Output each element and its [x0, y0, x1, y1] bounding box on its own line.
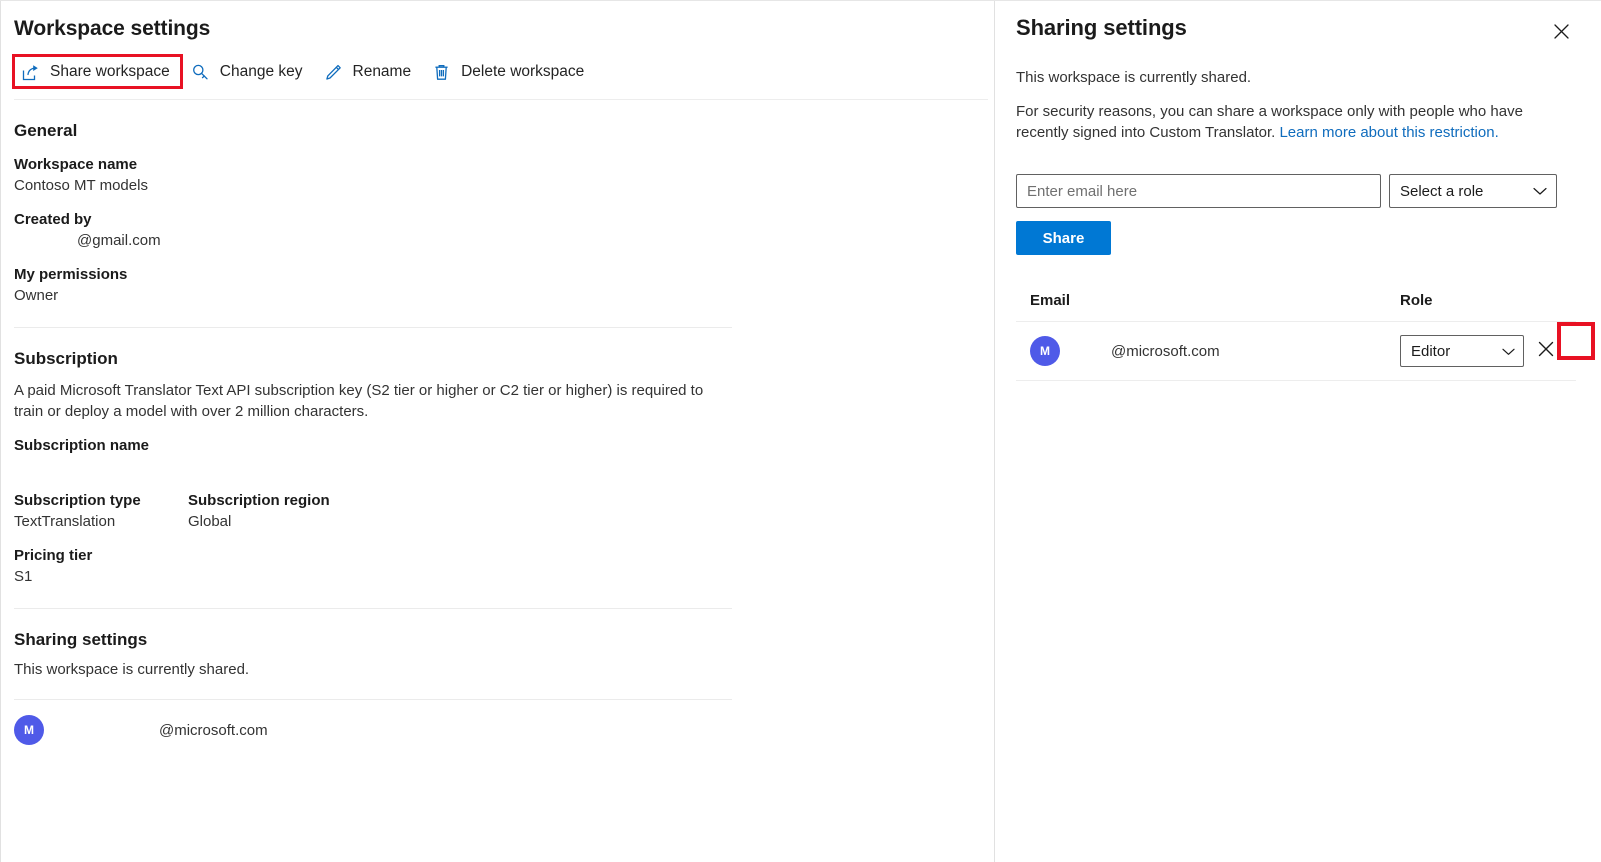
shared-users-table: Email Role M @microsoft.com Editor: [1016, 292, 1595, 381]
shared-member-row: M @microsoft.com: [14, 715, 993, 745]
subscription-type-value: TextTranslation: [14, 513, 116, 530]
subscription-type-label: Subscription type: [14, 492, 141, 509]
workspace-name-value: Contoso MT models: [14, 177, 148, 194]
change-key-button[interactable]: Change key: [184, 55, 317, 89]
avatar-initial: M: [1040, 344, 1050, 358]
table-row: M @microsoft.com Editor: [1016, 322, 1595, 381]
rename-label: Rename: [352, 63, 412, 80]
share-form: Select a role: [1016, 174, 1576, 208]
sharing-table-divider: [14, 699, 732, 700]
shared-member-email: @microsoft.com: [159, 721, 268, 739]
subscription-region-value: Global: [188, 513, 232, 530]
pricing-tier-label: Pricing tier: [14, 547, 93, 564]
role-select-value: Editor: [1411, 342, 1451, 360]
email-input[interactable]: [1016, 174, 1381, 208]
sharing-status-text: This workspace is currently shared.: [14, 661, 250, 678]
flyout-status-text: This workspace is currently shared.: [1016, 69, 1252, 86]
close-icon: [1553, 23, 1570, 45]
section-divider-subscription: [14, 608, 732, 609]
delete-workspace-label: Delete workspace: [461, 63, 585, 80]
toolbar-divider: [14, 99, 988, 100]
chevron-down-icon: [1502, 343, 1515, 360]
workspace-toolbar: Share workspace Change key Rename Delete…: [12, 54, 993, 90]
subscription-section-heading: Subscription: [14, 349, 118, 368]
created-by-value: @gmail.com: [77, 232, 161, 249]
workspace-settings-panel: Workspace settings Share workspace Chang…: [0, 1, 993, 862]
role-select-new-share[interactable]: Select a role: [1389, 174, 1557, 208]
general-section-heading: General: [14, 121, 78, 140]
remove-user-highlight-box: [1557, 322, 1595, 360]
created-by-label: Created by: [14, 211, 92, 228]
rename-button[interactable]: Rename: [317, 55, 426, 89]
subscription-region-label: Subscription region: [188, 492, 330, 509]
role-select[interactable]: Editor: [1400, 335, 1524, 367]
trash-icon: [431, 62, 452, 83]
flyout-security-note: For security reasons, you can share a wo…: [1016, 101, 1526, 143]
share-workspace-button[interactable]: Share workspace: [14, 55, 184, 89]
role-select-new-share-value: Select a role: [1400, 182, 1484, 200]
pricing-tier-value: S1: [14, 568, 33, 585]
share-button[interactable]: Share: [1016, 221, 1111, 255]
share-workspace-label: Share workspace: [50, 63, 170, 80]
subscription-name-value: [14, 458, 993, 477]
flyout-header: Sharing settings: [1016, 1, 1576, 49]
subscription-description: A paid Microsoft Translator Text API sub…: [14, 382, 704, 420]
avatar: M: [14, 715, 44, 745]
share-icon: [20, 62, 41, 83]
avatar: M: [1030, 336, 1060, 366]
pencil-icon: [323, 62, 344, 83]
table-cell-email: M @microsoft.com: [1030, 336, 1400, 366]
table-cell-email-text: @microsoft.com: [1111, 342, 1220, 360]
avatar-initial: M: [24, 723, 34, 737]
change-key-label: Change key: [219, 63, 303, 80]
sharing-settings-flyout: Sharing settings This workspace is curre…: [994, 1, 1601, 862]
page-title: Workspace settings: [14, 17, 211, 40]
section-divider-general: [14, 327, 732, 328]
table-header-row: Email Role: [1016, 292, 1576, 322]
close-button[interactable]: [1546, 19, 1576, 49]
remove-user-button[interactable]: [1531, 336, 1561, 366]
flyout-title: Sharing settings: [1016, 15, 1187, 40]
subscription-name-label: Subscription name: [14, 437, 150, 454]
key-icon: [190, 62, 211, 83]
delete-workspace-button[interactable]: Delete workspace: [425, 55, 598, 89]
column-header-email: Email: [1030, 292, 1071, 309]
sharing-settings-heading: Sharing settings: [14, 630, 148, 649]
close-icon: [1537, 340, 1555, 363]
workspace-name-label: Workspace name: [14, 156, 138, 173]
column-header-role: Role: [1400, 292, 1433, 309]
my-permissions-label: My permissions: [14, 266, 128, 283]
learn-more-link[interactable]: Learn more about this restriction.: [1279, 124, 1498, 141]
chevron-down-icon: [1533, 183, 1547, 200]
table-cell-role: Editor: [1400, 322, 1595, 367]
my-permissions-value: Owner: [14, 287, 59, 304]
